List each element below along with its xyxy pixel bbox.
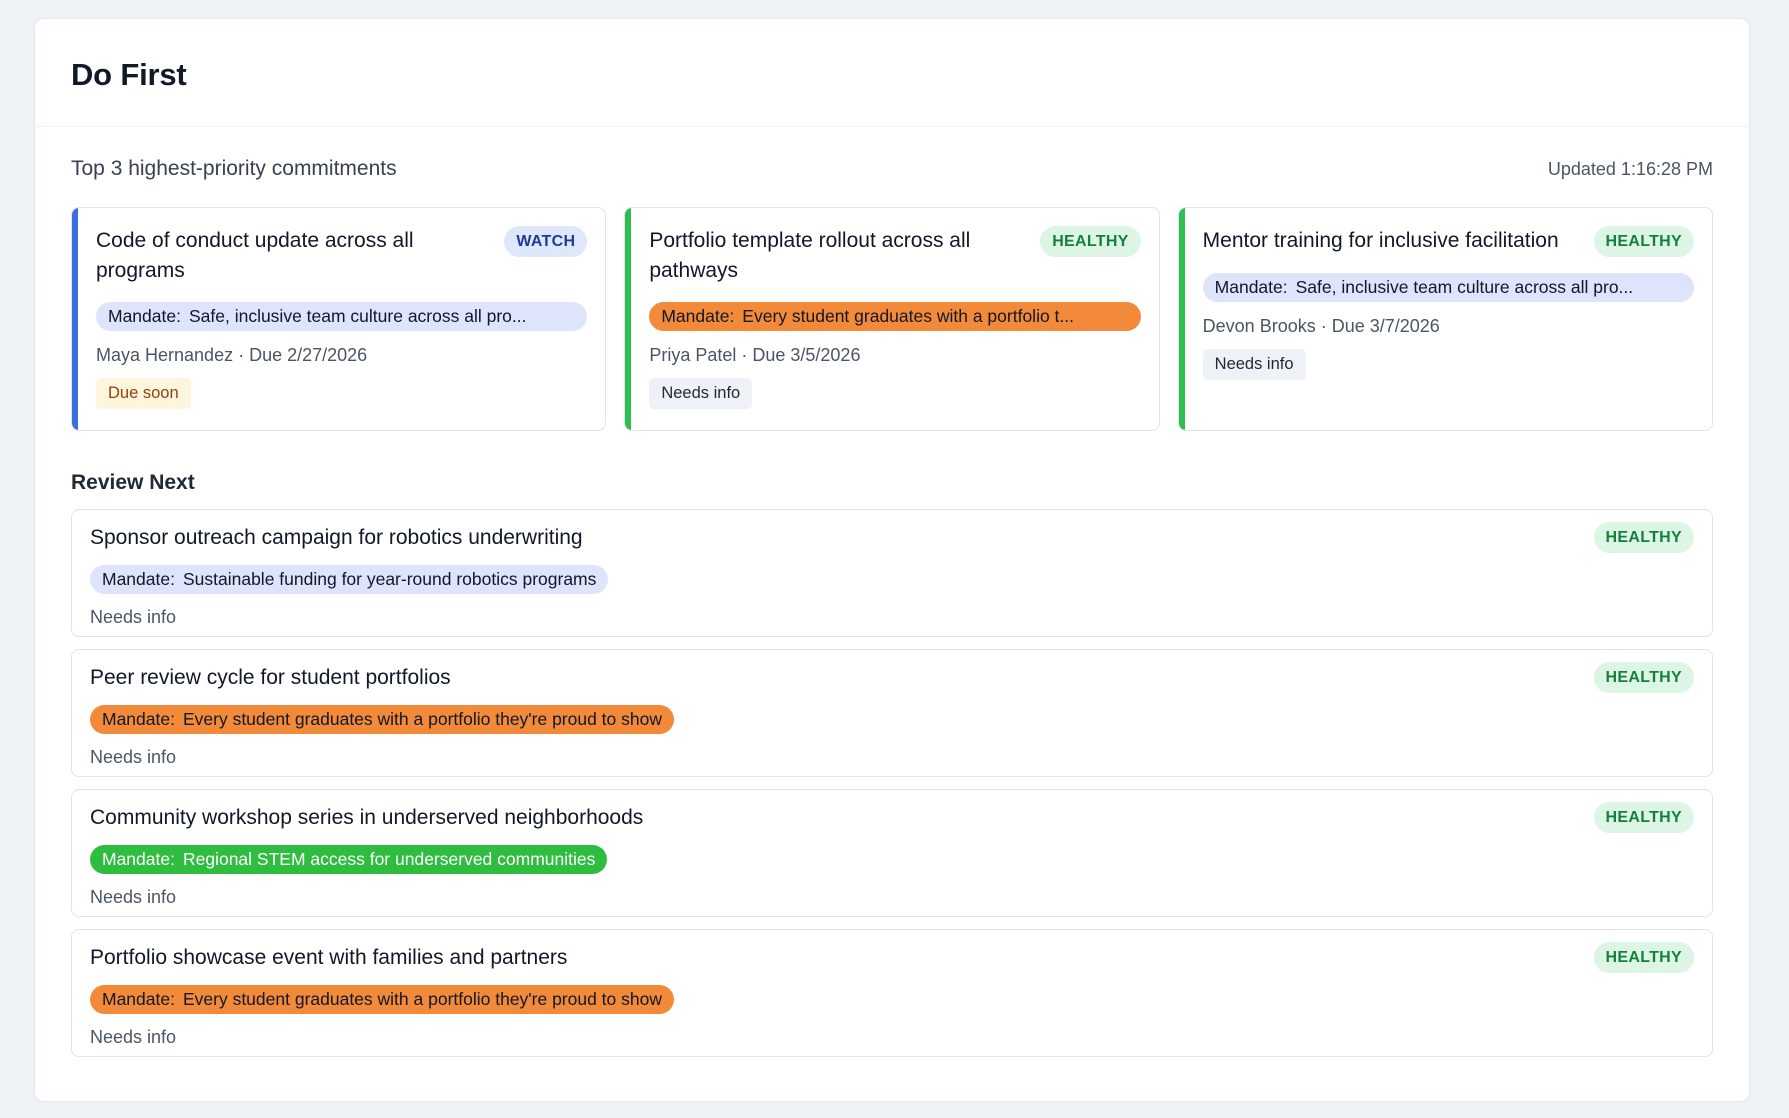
review-item-header: Community workshop series in underserved…: [90, 802, 1694, 833]
card-header: Code of conduct update across all progra…: [96, 226, 588, 286]
mandate-text: Every student graduates with a portfolio…: [182, 989, 662, 1009]
subheading: Top 3 highest-priority commitments: [71, 157, 397, 180]
card-header: Mentor training for inclusive facilitati…: [1203, 226, 1694, 257]
card-title: Mentor training for inclusive facilitati…: [1202, 229, 1559, 252]
owner-due: Maya Hernandez · Due 2/27/2026: [96, 345, 368, 365]
commitment-card[interactable]: Code of conduct update across all progra…: [71, 207, 607, 431]
mandate-pill[interactable]: Mandate: Every student graduates with a p…: [90, 985, 674, 1014]
review-next-title: Review Next: [71, 471, 195, 494]
mandate-pill[interactable]: Mandate: Safe, inclusive team culture acr…: [96, 302, 588, 331]
mandate-text: Every student graduates with a portfolio…: [182, 709, 662, 729]
commitment-card[interactable]: Mentor training for inclusive facilitati…: [1177, 207, 1713, 431]
needs-info-chip: Needs info: [1202, 349, 1306, 380]
owner-due: Priya Patel · Due 3/5/2026: [649, 345, 861, 365]
review-item-header: Sponsor outreach campaign for robotics u…: [90, 522, 1694, 553]
needs-info-text: Needs info: [90, 1027, 177, 1047]
review-item-title: Community workshop series in underserved…: [90, 805, 644, 829]
card-title: Code of conduct update across all progra…: [96, 229, 414, 282]
mandate-text: Sustainable funding for year-round robot…: [182, 569, 597, 589]
mandate-pill[interactable]: Mandate: Safe, inclusive team culture acr…: [1202, 273, 1694, 302]
card-title: Portfolio template rollout across all pa…: [649, 229, 971, 282]
commitment-card[interactable]: Portfolio template rollout across all pa…: [624, 207, 1160, 431]
updated-timestamp: Updated 1:16:28 PM: [1547, 158, 1713, 179]
mandate-pill[interactable]: Mandate: Every student graduates with a p…: [90, 705, 674, 734]
review-item[interactable]: Sponsor outreach campaign for robotics u…: [71, 509, 1713, 637]
status-badge: HEALTHY: [1593, 802, 1694, 833]
due-soon-chip: Due soon: [96, 378, 191, 409]
needs-info-text: Needs info: [90, 607, 177, 627]
mandate-label: Mandate:: [102, 989, 175, 1009]
status-badge: HEALTHY: [1593, 226, 1694, 257]
mandate-label: Mandate:: [108, 306, 181, 326]
status-badge: HEALTHY: [1593, 522, 1694, 553]
needs-info-text: Needs info: [90, 747, 177, 767]
mandate-label: Mandate:: [102, 709, 175, 729]
mandate-pill[interactable]: Mandate: Every student graduates with a p…: [649, 302, 1141, 331]
mandate-label: Mandate:: [661, 306, 735, 326]
review-next-list: Sponsor outreach campaign for robotics u…: [71, 509, 1713, 1057]
review-item[interactable]: Community workshop series in underserved…: [71, 789, 1713, 917]
status-badge: HEALTHY: [1040, 226, 1141, 257]
panel-body: Top 3 highest-priority commitments Updat…: [35, 147, 1749, 1057]
mandate-label: Mandate:: [102, 569, 175, 589]
mandate-label: Mandate:: [102, 849, 175, 869]
owner-due: Devon Brooks · Due 3/7/2026: [1202, 316, 1440, 336]
review-item-title: Sponsor outreach campaign for robotics u…: [90, 525, 583, 549]
review-item-title: Portfolio showcase event with families a…: [90, 945, 568, 969]
mandate-pill[interactable]: Mandate: Sustainable funding for year-rou…: [90, 565, 609, 594]
needs-info-text: Needs info: [90, 887, 177, 907]
review-item[interactable]: Portfolio showcase event with families a…: [71, 929, 1713, 1057]
review-item-header: Peer review cycle for student portfolios…: [90, 662, 1694, 693]
panel-header: Do First: [35, 19, 1749, 127]
needs-info-chip: Needs info: [649, 378, 753, 409]
top-commitments: Code of conduct update across all progra…: [71, 207, 1713, 431]
status-badge: HEALTHY: [1593, 662, 1694, 693]
subhead-row: Top 3 highest-priority commitments Updat…: [71, 147, 1713, 191]
mandate-text: Safe, inclusive team culture across all …: [1295, 277, 1634, 297]
page-title: Do First: [71, 57, 187, 92]
mandate-pill[interactable]: Mandate: Regional STEM access for underse…: [90, 845, 608, 874]
mandate-text: Safe, inclusive team culture across all …: [188, 306, 527, 326]
status-badge: WATCH: [504, 226, 588, 257]
review-item[interactable]: Peer review cycle for student portfolios…: [71, 649, 1713, 777]
status-badge: HEALTHY: [1593, 942, 1694, 973]
mandate-text: Every student graduates with a portfolio…: [742, 306, 1075, 326]
review-item-header: Portfolio showcase event with families a…: [90, 942, 1694, 973]
mandate-text: Regional STEM access for underserved com…: [182, 849, 596, 869]
card-header: Portfolio template rollout across all pa…: [649, 226, 1141, 286]
review-item-title: Peer review cycle for student portfolios: [90, 665, 451, 689]
do-first-panel: Do First Top 3 highest-priority commitme…: [34, 18, 1750, 1102]
mandate-label: Mandate:: [1214, 277, 1288, 297]
